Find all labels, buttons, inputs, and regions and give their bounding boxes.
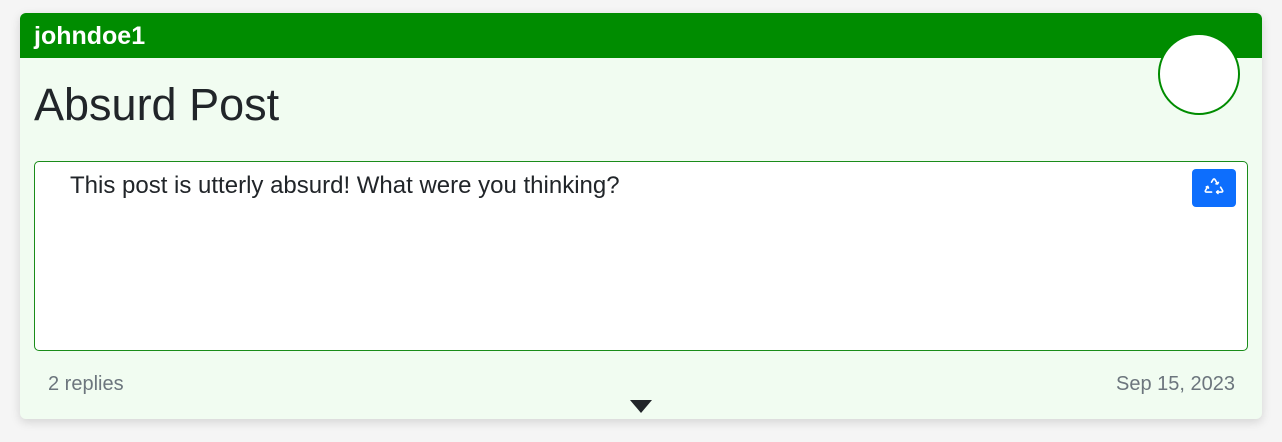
recycle-icon xyxy=(1202,176,1226,200)
post-body: This post is utterly absurd! What were y… xyxy=(34,161,1248,351)
post-header: johndoe1 xyxy=(20,13,1262,58)
recycle-button[interactable] xyxy=(1192,169,1236,207)
reply-count[interactable]: 2 replies xyxy=(48,372,124,396)
post-title: Absurd Post xyxy=(34,79,280,130)
post-card: johndoe1 Absurd Post This post is utterl… xyxy=(20,13,1262,419)
caret-down-icon xyxy=(630,400,652,413)
avatar[interactable] xyxy=(1158,33,1240,115)
post-text: This post is utterly absurd! What were y… xyxy=(70,172,620,199)
expand-toggle[interactable] xyxy=(630,400,652,414)
post-date: Sep 15, 2023 xyxy=(1116,373,1235,395)
username[interactable]: johndoe1 xyxy=(34,21,145,51)
